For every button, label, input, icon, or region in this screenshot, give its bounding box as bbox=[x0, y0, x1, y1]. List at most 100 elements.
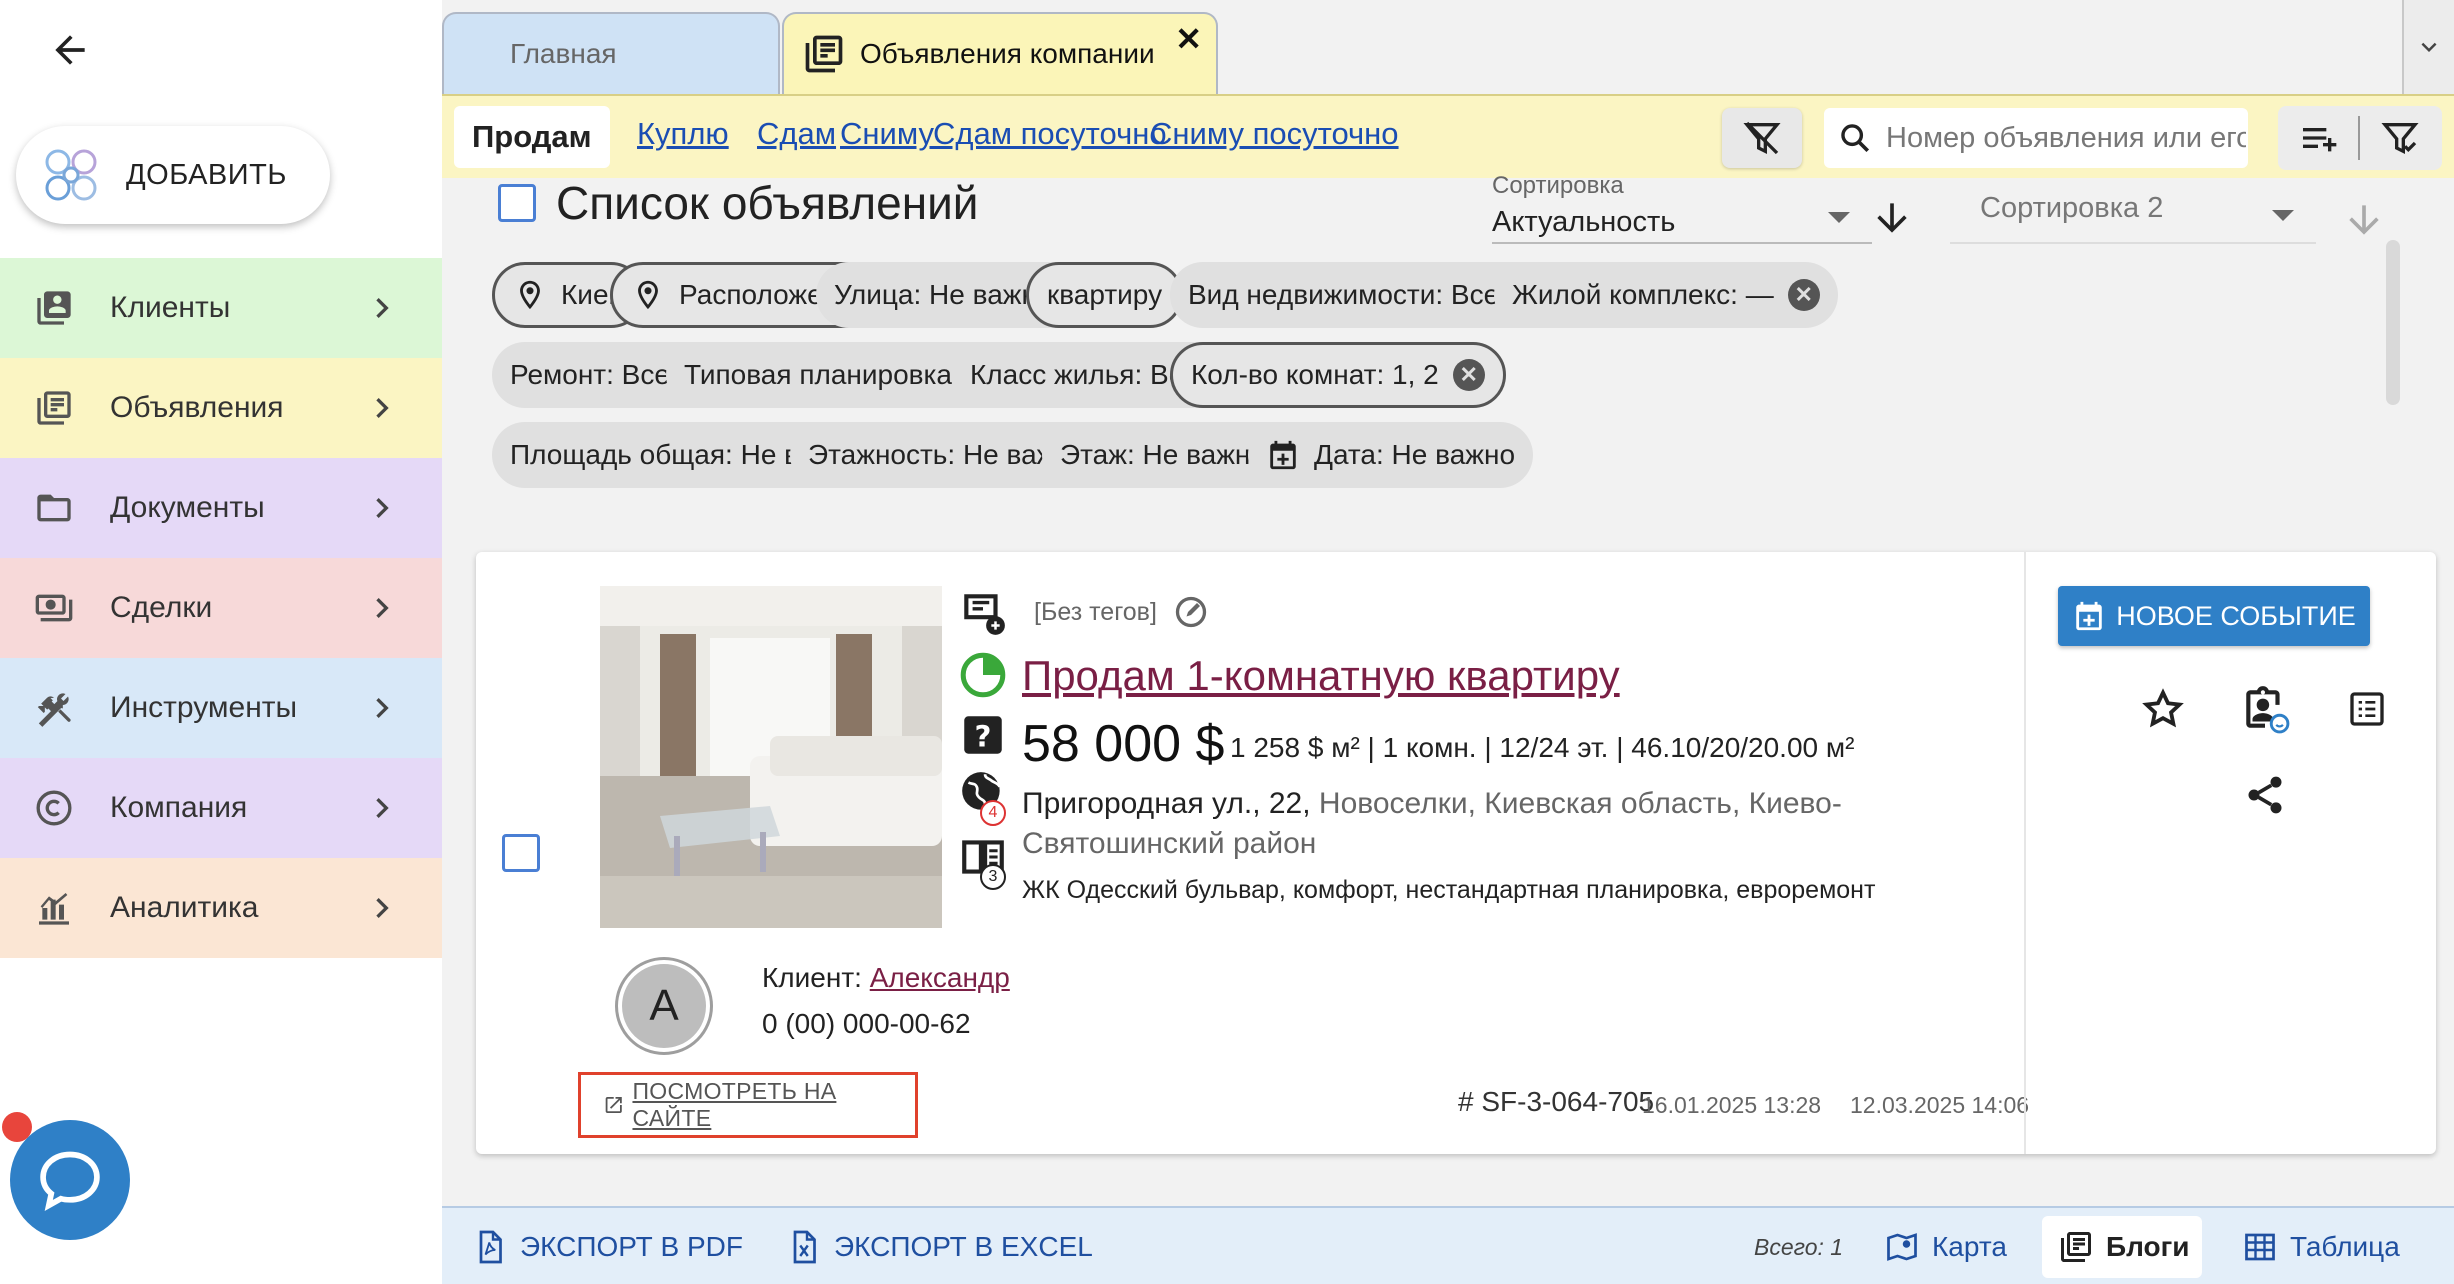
chip-remove-icon[interactable]: ✕ bbox=[1452, 359, 1485, 391]
help-box-icon: ? bbox=[964, 716, 1002, 754]
map-marker-icon bbox=[1887, 1233, 1917, 1261]
listing-title-link[interactable]: Продам 1-комнатную квартиру bbox=[1022, 652, 1620, 700]
tags-text: [Без тегов] bbox=[1034, 597, 1157, 626]
add-filter-button[interactable] bbox=[2278, 106, 2358, 170]
select-all-checkbox[interactable] bbox=[498, 184, 536, 222]
sort-direction-arrow-icon[interactable] bbox=[1870, 196, 1914, 240]
chip-label: Вид недвижимости: Все bbox=[1188, 279, 1500, 310]
view-table-button[interactable]: Таблица bbox=[2242, 1224, 2400, 1270]
export-excel-button[interactable]: ЭКСПОРТ В EXCEL bbox=[786, 1224, 1093, 1270]
close-icon[interactable]: ✕ bbox=[1175, 20, 1202, 58]
copyright-icon bbox=[32, 786, 76, 830]
filter-chip-date[interactable]: Дата: Не важно bbox=[1248, 422, 1534, 488]
brand-logo-icon bbox=[40, 144, 102, 206]
share-button[interactable] bbox=[2240, 770, 2290, 820]
sidebar-item-deals[interactable]: Сделки bbox=[0, 558, 442, 658]
card-divider bbox=[2024, 552, 2026, 1154]
secondary-sort-arrow-icon[interactable] bbox=[2342, 198, 2386, 242]
sidebar-item-label: Аналитика bbox=[110, 891, 259, 924]
tab-rent-out-daily[interactable]: Сдам посуточно bbox=[933, 116, 1167, 152]
clear-filter-button[interactable] bbox=[1722, 108, 1802, 168]
chip-label: Этаж: Не важно bbox=[1060, 439, 1266, 470]
excel-file-icon bbox=[793, 1230, 816, 1264]
sidebar-item-label: Документы bbox=[110, 491, 265, 524]
svg-text:?: ? bbox=[975, 719, 992, 753]
chevron-right-icon bbox=[376, 698, 389, 718]
client-name-link[interactable]: Александр bbox=[870, 962, 1010, 993]
chip-label: квартиру bbox=[1047, 279, 1163, 310]
edit-tags-icon[interactable] bbox=[1173, 594, 1209, 630]
sidebar-item-label: Объявления bbox=[110, 391, 284, 424]
scrollbar[interactable] bbox=[2386, 240, 2400, 405]
filter-chip-apartment[interactable]: квартиру bbox=[1026, 262, 1184, 328]
client-avatar[interactable]: A bbox=[618, 960, 710, 1052]
assign-client-button[interactable] bbox=[2240, 684, 2290, 734]
listing-price: 58 000 $ bbox=[1022, 715, 1225, 773]
view-map-button[interactable]: Карта bbox=[1884, 1224, 2007, 1270]
clipboard-account-icon bbox=[2246, 686, 2290, 734]
chevron-right-icon bbox=[376, 798, 389, 818]
sidebar-item-clients[interactable]: Клиенты bbox=[0, 258, 442, 358]
export-pdf-button[interactable]: ЭКСПОРТ В PDF bbox=[472, 1224, 743, 1270]
listing-code: # SF-3-064-705 bbox=[1458, 1086, 1655, 1117]
tab-company-listings[interactable]: Объявления компании ✕ bbox=[782, 12, 1218, 94]
view-blogs-button[interactable]: Блоги bbox=[2058, 1224, 2190, 1270]
chip-label: Кол-во комнат: 1, 2 bbox=[1191, 359, 1439, 390]
list-header: Список объявлений bbox=[498, 176, 979, 230]
tab-rent[interactable]: Сниму bbox=[840, 116, 934, 152]
sidebar-item-tools[interactable]: Инструменты bbox=[0, 658, 442, 758]
tab-sell[interactable]: Продам bbox=[454, 106, 610, 168]
tab-home[interactable]: Главная bbox=[442, 12, 780, 94]
new-event-button[interactable]: НОВОЕ СОБЫТИЕ bbox=[2058, 586, 2370, 646]
calendar-add-icon bbox=[1270, 440, 1296, 470]
tab-buy[interactable]: Куплю bbox=[637, 116, 729, 152]
chip-remove-icon[interactable]: ✕ bbox=[1787, 279, 1820, 311]
sidebar-nav: Клиенты Объявления Документы Сделки Инст… bbox=[0, 258, 442, 958]
secondary-sort-select[interactable]: Сортировка 2 bbox=[1950, 176, 2316, 244]
star-outline-icon bbox=[2142, 688, 2184, 728]
add-button[interactable]: ДОБАВИТЬ bbox=[16, 126, 330, 224]
chip-label: Класс жилья: Все bbox=[970, 359, 1199, 390]
search-input[interactable] bbox=[1886, 121, 2246, 155]
sidebar: ДОБАВИТЬ Клиенты Объявления Документы Сд… bbox=[0, 0, 442, 1284]
listing-checkbox[interactable] bbox=[502, 834, 540, 872]
listing-details-icon[interactable] bbox=[958, 588, 1008, 638]
sidebar-item-analytics[interactable]: Аналитика bbox=[0, 858, 442, 958]
filter-list-add-icon bbox=[2303, 128, 2337, 152]
filter-chip-rooms[interactable]: Кол-во комнат: 1, 2 ✕ bbox=[1170, 342, 1506, 408]
sidebar-item-listings[interactable]: Объявления bbox=[0, 358, 442, 458]
sidebar-item-label: Сделки bbox=[110, 591, 213, 624]
tab-bar: Главная Объявления компании ✕ bbox=[442, 0, 2454, 94]
updated-date: 12.03.2025 14:06 bbox=[1850, 1092, 2030, 1118]
filter-check-icon bbox=[2381, 123, 2419, 155]
tabs-dropdown-button[interactable] bbox=[2402, 0, 2454, 94]
deals-icon bbox=[32, 586, 76, 630]
clients-icon bbox=[32, 286, 76, 330]
filter-chip-residential-complex[interactable]: Жилой комплекс: — ✕ bbox=[1494, 262, 1838, 328]
chevron-right-icon bbox=[376, 298, 389, 318]
chat-button[interactable] bbox=[10, 1120, 130, 1240]
details-table-button[interactable] bbox=[2342, 684, 2392, 734]
sort-select[interactable]: Сортировка Актуальность bbox=[1492, 170, 1872, 244]
pdf-file-icon bbox=[479, 1230, 502, 1264]
sidebar-item-label: Компания bbox=[110, 791, 248, 824]
client-info: Клиент: Александр bbox=[762, 962, 1010, 994]
listing-address: Пригородная ул., 22, Новоселки, Киевская… bbox=[1022, 784, 1922, 864]
back-arrow-icon[interactable] bbox=[40, 20, 100, 80]
bottom-bar: ЭКСПОРТ В PDF ЭКСПОРТ В EXCEL Всего: 1 К… bbox=[442, 1206, 2454, 1284]
open-external-icon bbox=[605, 1096, 622, 1114]
listings-icon bbox=[32, 386, 76, 430]
filter-settings-button[interactable] bbox=[2360, 106, 2440, 170]
tab-rent-daily[interactable]: Сниму посуточно bbox=[1150, 116, 1399, 152]
sidebar-item-company[interactable]: Компания bbox=[0, 758, 442, 858]
tools-icon bbox=[32, 686, 76, 730]
listing-tags: [Без тегов] bbox=[1034, 594, 1209, 630]
chip-label: Дата: Не важно bbox=[1314, 439, 1516, 470]
sidebar-item-documents[interactable]: Документы bbox=[0, 458, 442, 558]
toolbar-right bbox=[2278, 106, 2442, 170]
listing-photo[interactable] bbox=[600, 586, 942, 928]
view-on-site-link[interactable]: ПОСМОТРЕТЬ НА САЙТЕ bbox=[578, 1072, 918, 1138]
tab-rent-out[interactable]: Сдам bbox=[757, 116, 836, 152]
chip-label: Улица: Не важно bbox=[834, 279, 1053, 310]
favorite-button[interactable] bbox=[2138, 684, 2188, 734]
